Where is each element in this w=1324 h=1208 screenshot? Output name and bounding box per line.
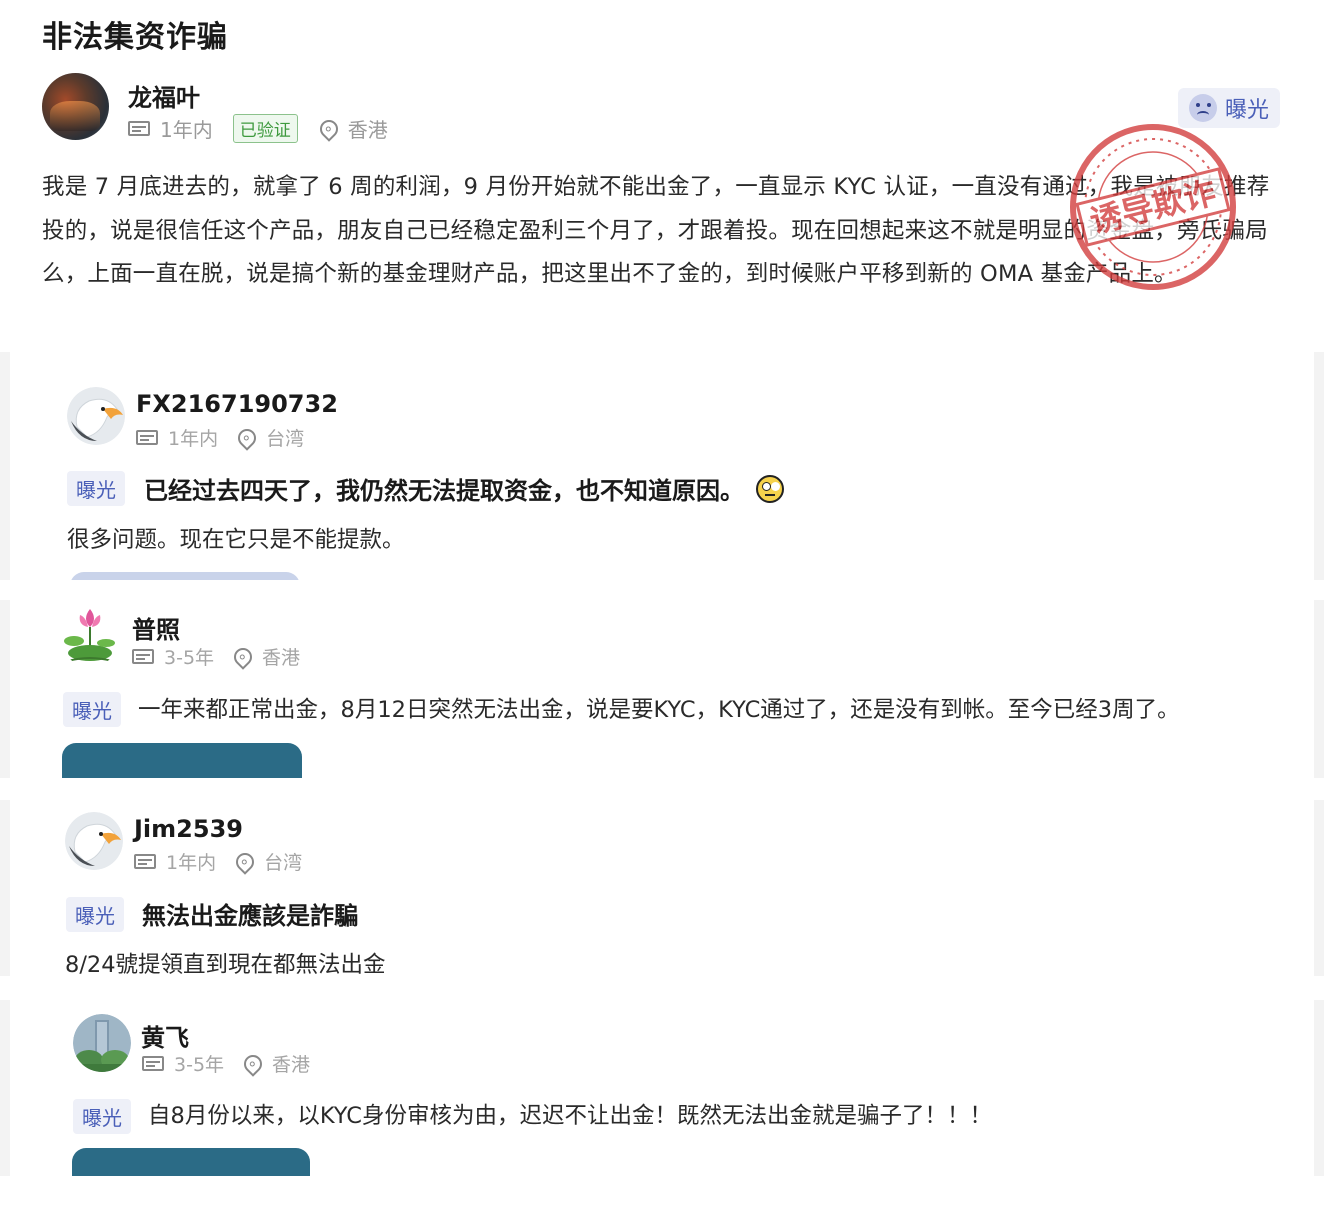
divider [1314, 800, 1324, 976]
card-icon [136, 430, 158, 445]
location-item: 台湾 [232, 848, 303, 875]
location-pin-icon [316, 115, 342, 142]
review-meta: 1年内 台湾 [136, 424, 324, 451]
review-meta: 3-5年 香港 [142, 1050, 330, 1077]
review-title-text: 已经过去四天了，我仍然无法提取资金，也不知道原因。 [144, 477, 744, 505]
divider [1314, 1000, 1324, 1176]
review-card: FX2167190732 1年内 台湾 曝光 已经过去四天了，我仍然无法提取资金… [0, 352, 1324, 580]
user-name[interactable]: 普照 [132, 610, 180, 645]
time-item: 1年内 [134, 848, 216, 875]
review-body: 8/24號提領直到現在都無法出金 [65, 952, 386, 976]
user-name[interactable]: 黄飞 [141, 1018, 189, 1053]
expose-tag[interactable]: 曝光 [63, 692, 121, 727]
expose-tag[interactable]: 曝光 [66, 897, 124, 932]
divider [0, 352, 10, 580]
review-title: 自8月份以来，以KYC身份审核为由，迟迟不让出金！既然无法出金就是骗子了！！！ [148, 1103, 992, 1129]
expose-tag[interactable]: 曝光 [67, 471, 125, 506]
expose-label: 曝光 [1224, 98, 1269, 123]
location-text: 香港 [347, 118, 388, 142]
location-text: 香港 [262, 647, 301, 669]
attachment-image[interactable] [72, 1148, 310, 1176]
page-title: 非法集资诈骗 [42, 20, 228, 55]
divider [1314, 600, 1324, 778]
post-meta: 1年内 已验证 香港 [128, 114, 408, 143]
review-card: Jim2539 1年内 台湾 曝光 無法出金應該是詐騙 8/24號提領直到現在都… [0, 800, 1324, 976]
review-card: 黄飞 3-5年 香港 曝光 自8月份以来，以KYC身份审核为由，迟迟不让出金！既… [0, 1000, 1324, 1176]
divider [1314, 352, 1324, 580]
time-item: 1年内 [128, 114, 213, 143]
time-text: 3-5年 [164, 647, 215, 669]
location-pin-icon [232, 848, 258, 875]
user-name[interactable]: 龙福叶 [128, 78, 200, 113]
time-text: 3-5年 [174, 1054, 225, 1076]
location-item: 台湾 [234, 424, 305, 451]
user-name[interactable]: FX2167190732 [136, 390, 338, 418]
eagle-avatar-icon[interactable] [67, 387, 125, 445]
time-text: 1年内 [168, 428, 219, 450]
divider [0, 1000, 10, 1176]
location-item: 香港 [240, 1050, 311, 1077]
review-title: 無法出金應該是詐騙 [142, 902, 358, 930]
time-text: 1年内 [166, 852, 217, 874]
eye-roll-emoji-icon [756, 474, 784, 503]
review-title: 已经过去四天了，我仍然无法提取资金，也不知道原因。 [144, 471, 784, 506]
review-body: 很多问题。现在它只是不能提款。 [67, 527, 405, 553]
user-name[interactable]: Jim2539 [134, 815, 243, 843]
attachment-image[interactable] [62, 743, 302, 778]
card-icon [132, 649, 154, 664]
location-text: 香港 [272, 1054, 311, 1076]
location-pin-icon [240, 1050, 266, 1077]
location-item: 香港 [316, 114, 388, 143]
expose-tag[interactable]: 曝光 [73, 1099, 131, 1134]
verified-badge: 已验证 [232, 114, 298, 143]
eagle-avatar-icon[interactable] [65, 812, 123, 870]
review-title: 一年来都正常出金，8月12日突然无法出金，说是要KYC，KYC通过了，还是没有到… [138, 697, 1180, 723]
review-meta: 3-5年 香港 [132, 643, 320, 670]
time-text: 1年内 [160, 118, 213, 142]
review-meta: 1年内 台湾 [134, 848, 322, 875]
stamp-text: 诱导欺诈 [1086, 173, 1219, 241]
location-pin-icon [234, 424, 260, 451]
card-icon [134, 854, 156, 869]
time-item: 3-5年 [132, 643, 214, 670]
divider [0, 800, 10, 976]
lotus-avatar-icon[interactable] [60, 605, 120, 667]
attachment-image[interactable] [70, 572, 300, 580]
location-item: 香港 [230, 643, 301, 670]
avatar[interactable] [42, 73, 109, 140]
time-item: 3-5年 [142, 1050, 224, 1077]
location-text: 台湾 [266, 428, 305, 450]
building-avatar-icon[interactable] [73, 1014, 131, 1072]
card-icon [128, 121, 150, 136]
review-card: 普照 3-5年 香港 曝光 一年来都正常出金，8月12日突然无法出金，说是要KY… [0, 600, 1324, 778]
location-pin-icon [230, 643, 256, 670]
card-icon [142, 1056, 164, 1071]
location-text: 台湾 [264, 852, 303, 874]
divider [0, 600, 10, 778]
time-item: 1年内 [136, 424, 218, 451]
